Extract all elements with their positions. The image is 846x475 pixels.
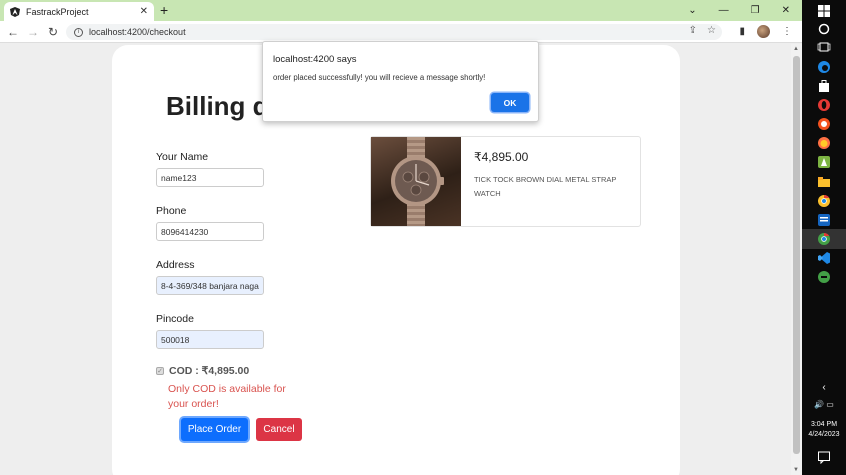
cod-label: COD : ₹4,895.00 [169,365,250,377]
address-bar[interactable]: i localhost:4200/checkout ⇪ ☆ [66,24,722,40]
minimize-button[interactable]: — [719,5,729,16]
dialog-title: localhost:4200 says [273,54,357,65]
tab-title: FastrackProject [26,6,89,17]
page-scrollbar[interactable]: ▲ ▼ [791,44,802,475]
news-app-icon[interactable] [817,213,831,227]
site-info-icon[interactable]: i [74,27,83,37]
volume-battery-icons[interactable]: 🔊 ▭ [802,400,846,409]
store-icon[interactable] [817,79,831,93]
notification-icon[interactable] [817,450,831,464]
pincode-field[interactable] [156,330,264,349]
back-icon[interactable]: ← [3,25,23,39]
app-icon-lime[interactable] [817,270,831,284]
scroll-thumb[interactable] [793,56,800,454]
browser-app-icon[interactable] [817,117,831,131]
vscode-icon[interactable] [817,251,831,265]
window-controls: ⌄ — ❐ ✕ [688,0,802,21]
chrome-icon[interactable] [817,194,831,208]
watch-image-icon [391,137,444,226]
name-label: Your Name [156,151,209,163]
scroll-up-icon[interactable]: ▲ [793,46,799,52]
place-order-button[interactable]: Place Order [181,418,248,441]
app-icon-green[interactable] [817,155,831,169]
opera-icon[interactable] [817,98,831,112]
side-panel-icon[interactable]: ▮ [739,26,745,37]
close-window-button[interactable]: ✕ [782,5,790,16]
bookmark-star-icon[interactable]: ☆ [707,25,716,36]
task-view-icon[interactable] [817,40,831,54]
tab-close-icon[interactable]: ✕ [140,6,148,17]
forward-icon[interactable]: → [23,25,43,39]
tab-strip: FastrackProject ✕ + ⌄ — ❐ ✕ [0,0,802,21]
clock-time[interactable]: 3:04 PM [802,421,846,428]
cod-checkbox[interactable]: ✓ [156,367,164,375]
reload-icon[interactable]: ↻ [43,25,63,39]
phone-label: Phone [156,205,187,217]
clock-date[interactable]: 4/24/2023 [802,431,846,438]
taskbar: ‹ 🔊 ▭ 3:04 PM 4/24/2023 [802,0,846,475]
phone-field[interactable] [156,222,264,241]
cod-option: ✓ COD : ₹4,895.00 [156,365,249,377]
browser-tab[interactable]: FastrackProject ✕ [4,2,154,21]
scroll-down-icon[interactable]: ▼ [793,467,799,473]
menu-dots-icon[interactable]: ⋮ [782,26,792,37]
toolbar: ← → ↻ i localhost:4200/checkout ⇪ ☆ ▮ ⋮ [0,21,802,43]
chrome-active-icon[interactable] [817,232,831,246]
product-name: TICK TOCK BROWN DIAL METAL STRAP WATCH [474,175,617,198]
name-field[interactable] [156,168,264,187]
profile-avatar[interactable] [757,25,770,38]
dialog-ok-button[interactable]: OK [491,93,529,112]
angular-icon [10,6,20,17]
dialog-message: order placed successfully! you will reci… [273,73,486,82]
overflow-chevron-icon[interactable]: ‹ [802,382,846,393]
url-text: localhost:4200/checkout [89,27,186,37]
new-tab-button[interactable]: + [160,2,168,18]
search-icon[interactable] [817,22,831,36]
restore-button[interactable]: ❐ [751,5,760,16]
product-image [371,137,461,226]
edge-icon[interactable] [817,60,831,74]
firefox-icon[interactable] [817,136,831,150]
product-card: ₹4,895.00 TICK TOCK BROWN DIAL METAL STR… [370,136,641,227]
cod-note: Only COD is available for your order! [168,383,286,410]
pincode-label: Pincode [156,313,194,325]
alert-dialog: localhost:4200 says order placed success… [262,41,539,122]
file-explorer-icon[interactable] [817,175,831,189]
windows-start-icon[interactable] [817,4,831,18]
product-price: ₹4,895.00 [474,150,529,164]
share-icon[interactable]: ⇪ [689,25,697,36]
address-label: Address [156,259,195,271]
cancel-button[interactable]: Cancel [256,418,302,441]
tab-search-icon[interactable]: ⌄ [688,5,696,16]
address-field[interactable] [156,276,264,295]
